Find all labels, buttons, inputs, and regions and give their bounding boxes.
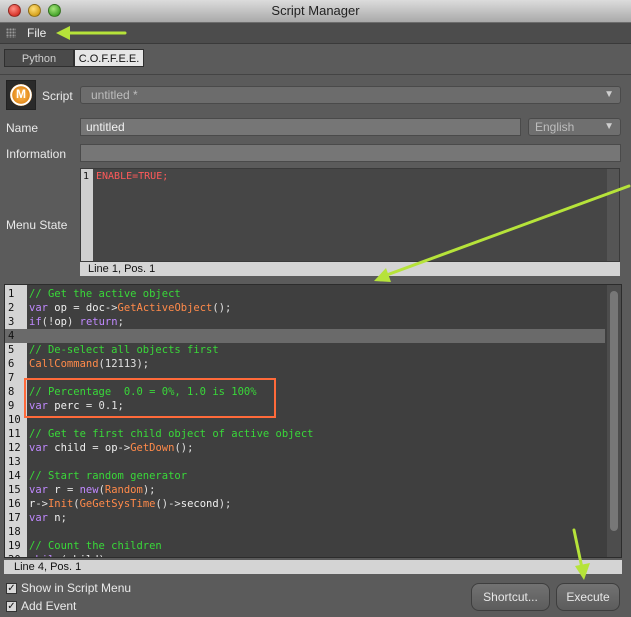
divider [0, 74, 631, 75]
line-number: 2 [8, 302, 15, 314]
chevron-down-icon: ▼ [604, 89, 614, 100]
code-text: // Count the children [29, 540, 162, 552]
line-number: 8 [8, 386, 15, 398]
language-select[interactable]: English ▼ [528, 118, 621, 136]
line-number: 3 [8, 316, 15, 328]
line-number: 5 [8, 344, 15, 356]
code-line[interactable]: 6 CallCommand(12113); [5, 357, 605, 371]
line-number: 14 [8, 470, 21, 482]
code-line[interactable]: 3 if(!op) return; [5, 315, 605, 329]
code-line[interactable]: 17 var n; [5, 511, 605, 525]
code-line[interactable]: 1 // Get the active object [5, 287, 605, 301]
code-line[interactable]: 20 while(child) [5, 553, 605, 557]
menu-state-label: Menu State [6, 218, 68, 232]
code-line[interactable]: 11 // Get te first child object of active… [5, 427, 605, 441]
code-text: var r = new(Random); [29, 484, 156, 496]
code-editor[interactable]: 1 // Get the active object 2 var op = doc->… [4, 284, 622, 558]
menu-file[interactable]: File [27, 26, 46, 40]
line-number: 19 [8, 540, 21, 552]
menu-state-scrollbar[interactable] [607, 169, 619, 261]
code-line[interactable]: 13 [5, 455, 605, 469]
line-number: 16 [8, 498, 21, 510]
line-number: 18 [8, 526, 21, 538]
line-number: 15 [8, 484, 21, 496]
code-scrollbar-thumb[interactable] [610, 291, 618, 531]
menu-state-status: Line 1, Pos. 1 [80, 262, 620, 276]
code-status-bar: Line 4, Pos. 1 [4, 560, 622, 574]
script-label: Script [42, 89, 73, 103]
shortcut-button[interactable]: Shortcut... [471, 583, 550, 611]
grip-icon[interactable] [6, 28, 16, 38]
line-number: 9 [8, 400, 15, 412]
code-text: // De-select all objects first [29, 344, 219, 356]
code-scrollbar[interactable] [607, 285, 621, 557]
name-field[interactable]: untitled [80, 118, 521, 136]
code-line[interactable]: 14 // Start random generator [5, 469, 605, 483]
code-line[interactable]: 18 [5, 525, 605, 539]
line-number: 7 [8, 372, 15, 384]
code-text: // Start random generator [29, 470, 188, 482]
code-status-text: Line 4, Pos. 1 [14, 561, 82, 573]
information-field[interactable] [80, 144, 621, 162]
language-select-value: English [535, 120, 575, 134]
add-event-checkbox[interactable]: ✓ [6, 601, 17, 612]
script-select-value: untitled * [91, 88, 138, 102]
line-number: 1 [8, 288, 15, 300]
code-text: while(child) [29, 553, 105, 557]
execute-button[interactable]: Execute [556, 583, 620, 611]
line-number: 4 [8, 330, 15, 342]
line-number: 20 [8, 553, 21, 557]
title-bar: Script Manager [0, 0, 631, 23]
add-event-label: Add Event [21, 599, 77, 613]
code-line[interactable]: 12 var child = op->GetDown(); [5, 441, 605, 455]
tab-python[interactable]: Python [4, 49, 74, 67]
show-in-menu-checkbox[interactable]: ✓ [6, 583, 17, 594]
code-line[interactable]: 5 // De-select all objects first [5, 343, 605, 357]
line-number: 13 [8, 456, 21, 468]
chevron-down-icon: ▼ [604, 121, 614, 132]
code-text: var n; [29, 512, 67, 524]
script-manager-window: Script Manager File Python C.O.F.F.E.E. … [0, 0, 631, 617]
code-text: if(!op) return; [29, 316, 124, 328]
script-icon[interactable] [6, 80, 36, 110]
line-number: 10 [8, 414, 21, 426]
code-line[interactable]: 2 var op = doc->GetActiveObject(); [5, 301, 605, 315]
coffee-gear-icon [10, 84, 32, 106]
code-text: // Get te first child object of active o… [29, 428, 314, 440]
code-text: r->Init(GeGetSysTime()->second); [29, 498, 232, 510]
line-number: 11 [8, 428, 21, 440]
line-number: 6 [8, 358, 15, 370]
line-number: 12 [8, 442, 21, 454]
menu-state-gutter [81, 169, 93, 261]
information-label: Information [6, 147, 67, 161]
window-title: Script Manager [271, 3, 360, 18]
menu-state-code: ENABLE=TRUE; [96, 171, 169, 182]
code-text: // Get the active object [29, 288, 181, 300]
code-text: var op = doc->GetActiveObject(); [29, 302, 232, 314]
show-in-menu-label: Show in Script Menu [21, 581, 132, 595]
tab-coffee[interactable]: C.O.F.F.E.E. [74, 49, 144, 67]
script-select[interactable]: untitled * ▼ [80, 86, 621, 104]
menu-state-editor[interactable]: 1 ENABLE=TRUE; [80, 168, 620, 262]
code-line[interactable]: 15 var r = new(Random); [5, 483, 605, 497]
menu-state-line-number: 1 [83, 171, 90, 182]
code-line[interactable]: 16 r->Init(GeGetSysTime()->second); [5, 497, 605, 511]
highlight-box [24, 378, 276, 418]
name-label: Name [6, 121, 39, 135]
menu-bar: File [0, 23, 631, 44]
code-text: CallCommand(12113); [29, 358, 150, 370]
line-number: 17 [8, 512, 21, 524]
code-line[interactable]: 4 [5, 329, 605, 343]
code-text: var child = op->GetDown(); [29, 442, 194, 454]
code-line[interactable]: 19 // Count the children [5, 539, 605, 553]
